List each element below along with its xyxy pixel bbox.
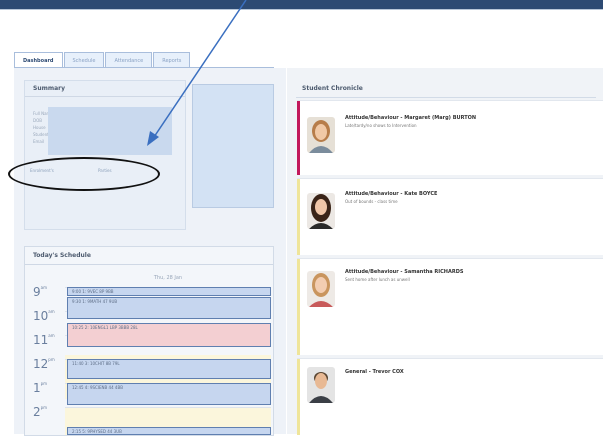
annotation-arrow — [147, 0, 247, 146]
